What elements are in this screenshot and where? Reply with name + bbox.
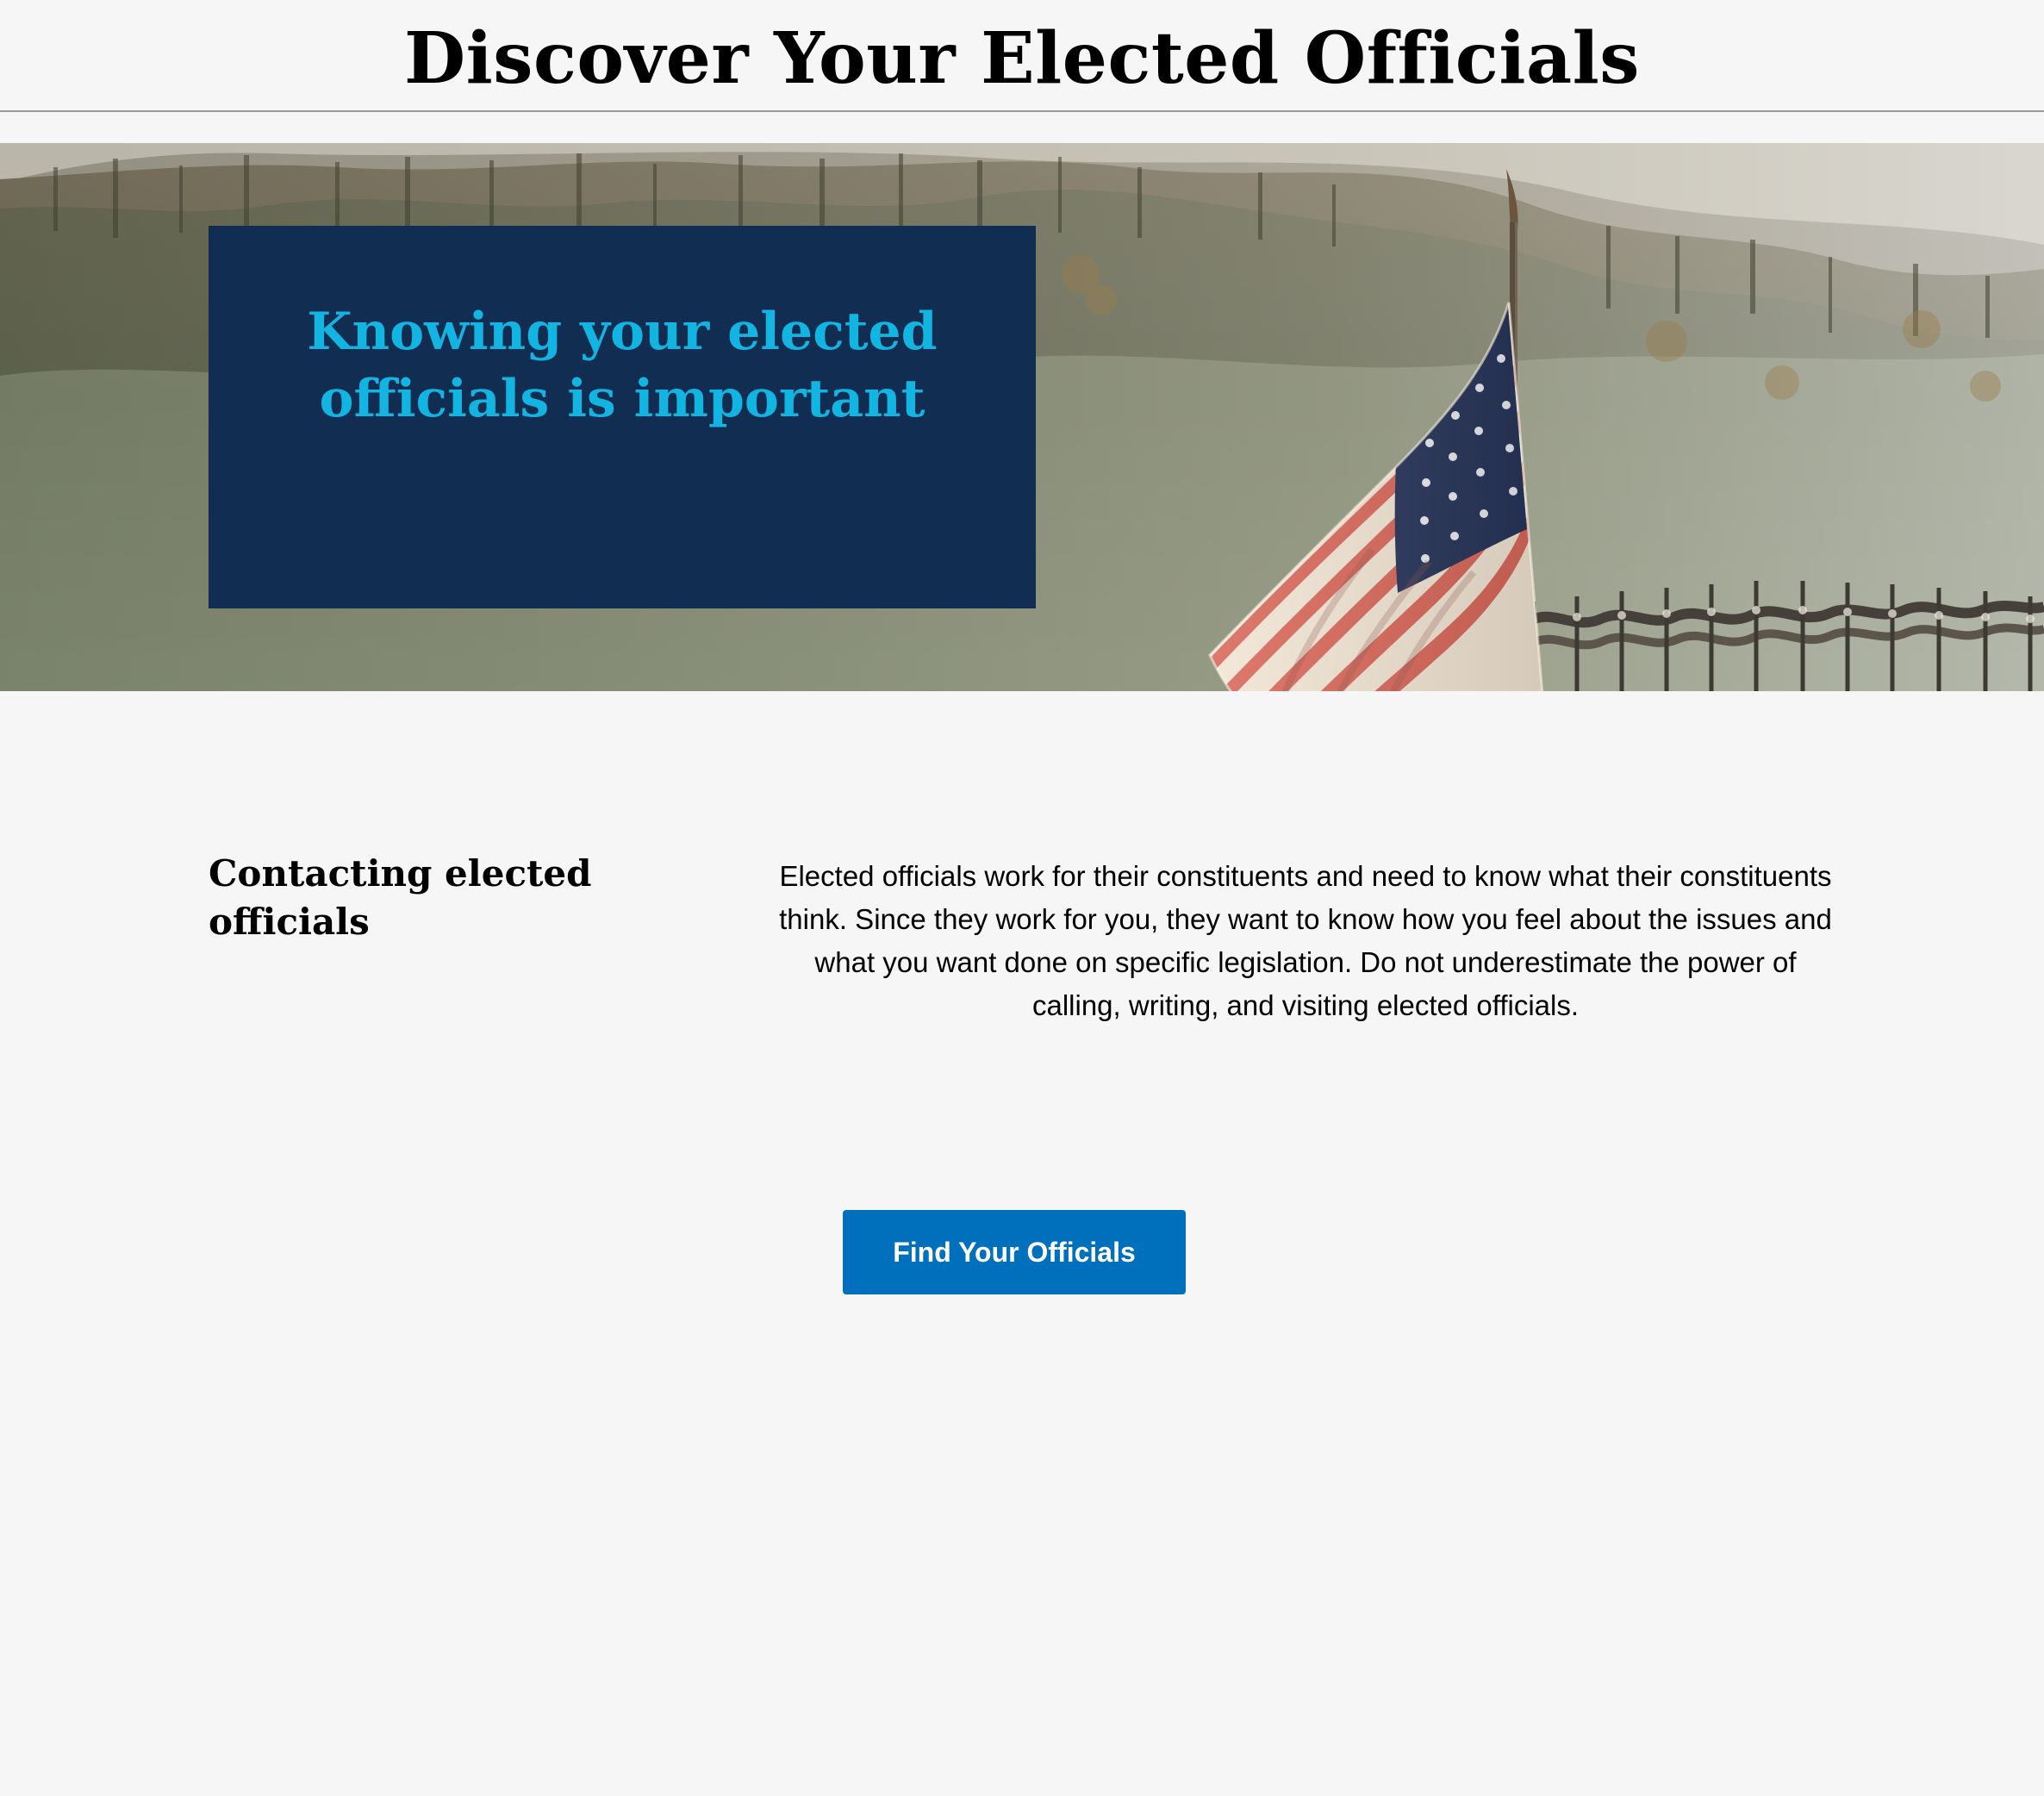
find-your-officials-button[interactable]: Find Your Officials xyxy=(843,1210,1186,1294)
hero-heading: Knowing your elected officials is import… xyxy=(209,298,1036,433)
section-heading: Contacting elected officials xyxy=(209,852,592,943)
hero-heading-line-1: Knowing your elected xyxy=(307,302,938,362)
section-body: Elected officials work for their constit… xyxy=(779,860,1832,1021)
hero-message-panel: Knowing your elected officials is import… xyxy=(209,226,1036,608)
hero-heading-line-2: officials is important xyxy=(319,369,925,429)
page-header: Discover Your Elected Officials xyxy=(0,0,2044,112)
hero-banner: Knowing your elected officials is import… xyxy=(0,143,2044,691)
page-title: Discover Your Elected Officials xyxy=(404,17,1640,100)
